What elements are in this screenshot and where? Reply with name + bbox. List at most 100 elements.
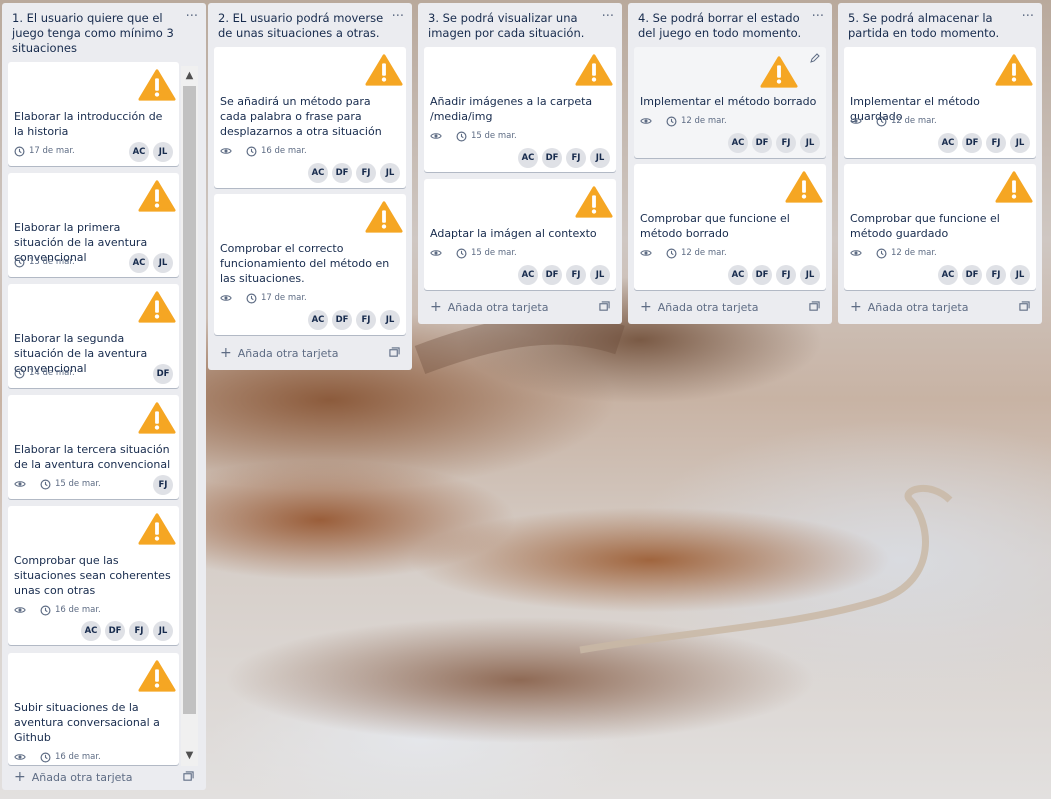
card-badges: 12 de mar. [640, 246, 727, 260]
card[interactable]: Comprobar que funcione el método borrado… [634, 164, 826, 290]
card[interactable]: Comprobar que funcione el método guardad… [844, 164, 1036, 290]
card-members: AC DF FJ JL [81, 621, 173, 641]
add-card-button[interactable]: + Añada otra tarjeta [424, 296, 616, 318]
card[interactable]: Comprobar el correcto funcionamiento del… [214, 194, 406, 335]
due-date: 13 de mar. [29, 257, 75, 267]
card[interactable]: Añadir imágenes a la carpeta /media/img … [424, 47, 616, 172]
warning-icon [365, 201, 403, 233]
add-card-button[interactable]: + Añada otra tarjeta [634, 296, 826, 318]
avatar[interactable]: AC [129, 253, 149, 273]
card-badges: 16 de mar. [14, 603, 101, 617]
card[interactable]: Elaborar la introducción de la historia … [8, 62, 179, 166]
clock-icon [14, 146, 25, 156]
avatar[interactable]: AC [518, 265, 538, 285]
list-menu-button[interactable]: ··· [1022, 9, 1034, 24]
add-card-button[interactable]: + Añada otra tarjeta [214, 342, 406, 364]
card-badges: 12 de mar. [850, 246, 937, 260]
avatar[interactable]: AC [518, 148, 538, 168]
avatar[interactable]: JL [1010, 133, 1030, 153]
eye-icon [640, 118, 652, 124]
avatar[interactable]: DF [153, 364, 173, 384]
clock-icon [14, 368, 25, 378]
eye-icon [220, 148, 232, 154]
list-menu-button[interactable]: ··· [602, 9, 614, 24]
avatar[interactable]: DF [752, 133, 772, 153]
avatar[interactable]: DF [542, 148, 562, 168]
scroll-down-arrow[interactable]: ▼ [181, 748, 198, 764]
avatar[interactable]: DF [752, 265, 772, 285]
avatar[interactable]: JL [380, 310, 400, 330]
avatar[interactable]: JL [800, 265, 820, 285]
avatar[interactable]: FJ [153, 475, 173, 495]
list-menu-button[interactable]: ··· [186, 9, 198, 24]
pencil-icon[interactable] [810, 53, 820, 63]
list-3: 3. Se podrá visualizar una imagen por ca… [418, 3, 622, 324]
list-title[interactable]: 4. Se podrá borrar el estado del juego e… [628, 3, 832, 43]
avatar[interactable]: DF [332, 310, 352, 330]
card[interactable]: Implementar el método guardado 12 de mar… [844, 47, 1036, 158]
avatar[interactable]: FJ [566, 148, 586, 168]
card[interactable]: Comprobar que las situaciones sean coher… [8, 506, 179, 645]
avatar[interactable]: FJ [776, 265, 796, 285]
avatar[interactable]: FJ [129, 621, 149, 641]
card[interactable]: Subir situaciones de la aventura convers… [8, 653, 179, 765]
avatar[interactable]: JL [1010, 265, 1030, 285]
card[interactable]: Se añadirá un método para cada palabra o… [214, 47, 406, 188]
add-card-button[interactable]: + Añada otra tarjeta [8, 766, 200, 788]
list-title[interactable]: 1. El usuario quiere que el juego tenga … [2, 3, 206, 59]
avatar[interactable]: DF [332, 163, 352, 183]
avatar[interactable]: JL [590, 265, 610, 285]
add-card-button[interactable]: + Añada otra tarjeta [844, 296, 1036, 318]
avatar[interactable]: AC [129, 142, 149, 162]
list-title[interactable]: 3. Se podrá visualizar una imagen por ca… [418, 3, 622, 43]
avatar[interactable]: FJ [986, 133, 1006, 153]
avatar[interactable]: AC [938, 133, 958, 153]
list-menu-button[interactable]: ··· [392, 9, 404, 24]
avatar[interactable]: AC [81, 621, 101, 641]
card-template-icon[interactable] [183, 771, 194, 782]
list-1: 1. El usuario quiere que el juego tenga … [2, 3, 206, 790]
list-title[interactable]: 2. EL usuario podrá moverse de unas situ… [208, 3, 412, 43]
card-template-icon[interactable] [389, 347, 400, 358]
card-template-icon[interactable] [1019, 301, 1030, 312]
avatar[interactable]: JL [153, 621, 173, 641]
card-members: AC DF FJ JL [938, 133, 1030, 153]
avatar[interactable]: JL [800, 133, 820, 153]
avatar[interactable]: FJ [356, 163, 376, 183]
avatar[interactable]: JL [153, 253, 173, 273]
avatar[interactable]: DF [542, 265, 562, 285]
avatar[interactable]: AC [938, 265, 958, 285]
avatar[interactable]: JL [590, 148, 610, 168]
avatar[interactable]: JL [153, 142, 173, 162]
due-date: 16 de mar. [261, 146, 307, 156]
avatar[interactable]: DF [962, 265, 982, 285]
list-scrollbar[interactable]: ▲ ▼ [181, 66, 198, 766]
avatar[interactable]: FJ [986, 265, 1006, 285]
card-members: AC DF FJ JL [728, 265, 820, 285]
card[interactable]: Adaptar la imágen al contexto 15 de mar.… [424, 179, 616, 290]
card[interactable]: Elaborar la segunda situación de la aven… [8, 284, 179, 388]
avatar[interactable]: AC [308, 310, 328, 330]
avatar[interactable]: DF [962, 133, 982, 153]
card-members: AC DF FJ JL [308, 163, 400, 183]
card-members: AC DF FJ JL [938, 265, 1030, 285]
card[interactable]: Elaborar la primera situación de la aven… [8, 173, 179, 277]
board: 1. El usuario quiere que el juego tenga … [0, 0, 1051, 799]
scroll-thumb[interactable] [183, 86, 196, 714]
list-menu-button[interactable]: ··· [812, 9, 824, 24]
card-badges: 16 de mar. [14, 750, 101, 764]
card-template-icon[interactable] [809, 301, 820, 312]
avatar[interactable]: AC [728, 133, 748, 153]
list-title[interactable]: 5. Se podrá almacenar la partida en todo… [838, 3, 1042, 43]
card[interactable]: Elaborar la tercera situación de la aven… [8, 395, 179, 499]
card-template-icon[interactable] [599, 301, 610, 312]
avatar[interactable]: JL [380, 163, 400, 183]
avatar[interactable]: AC [308, 163, 328, 183]
scroll-up-arrow[interactable]: ▲ [181, 68, 198, 84]
avatar[interactable]: DF [105, 621, 125, 641]
avatar[interactable]: FJ [776, 133, 796, 153]
avatar[interactable]: FJ [356, 310, 376, 330]
card[interactable]: Implementar el método borrado 12 de mar.… [634, 47, 826, 158]
avatar[interactable]: FJ [566, 265, 586, 285]
avatar[interactable]: AC [728, 265, 748, 285]
